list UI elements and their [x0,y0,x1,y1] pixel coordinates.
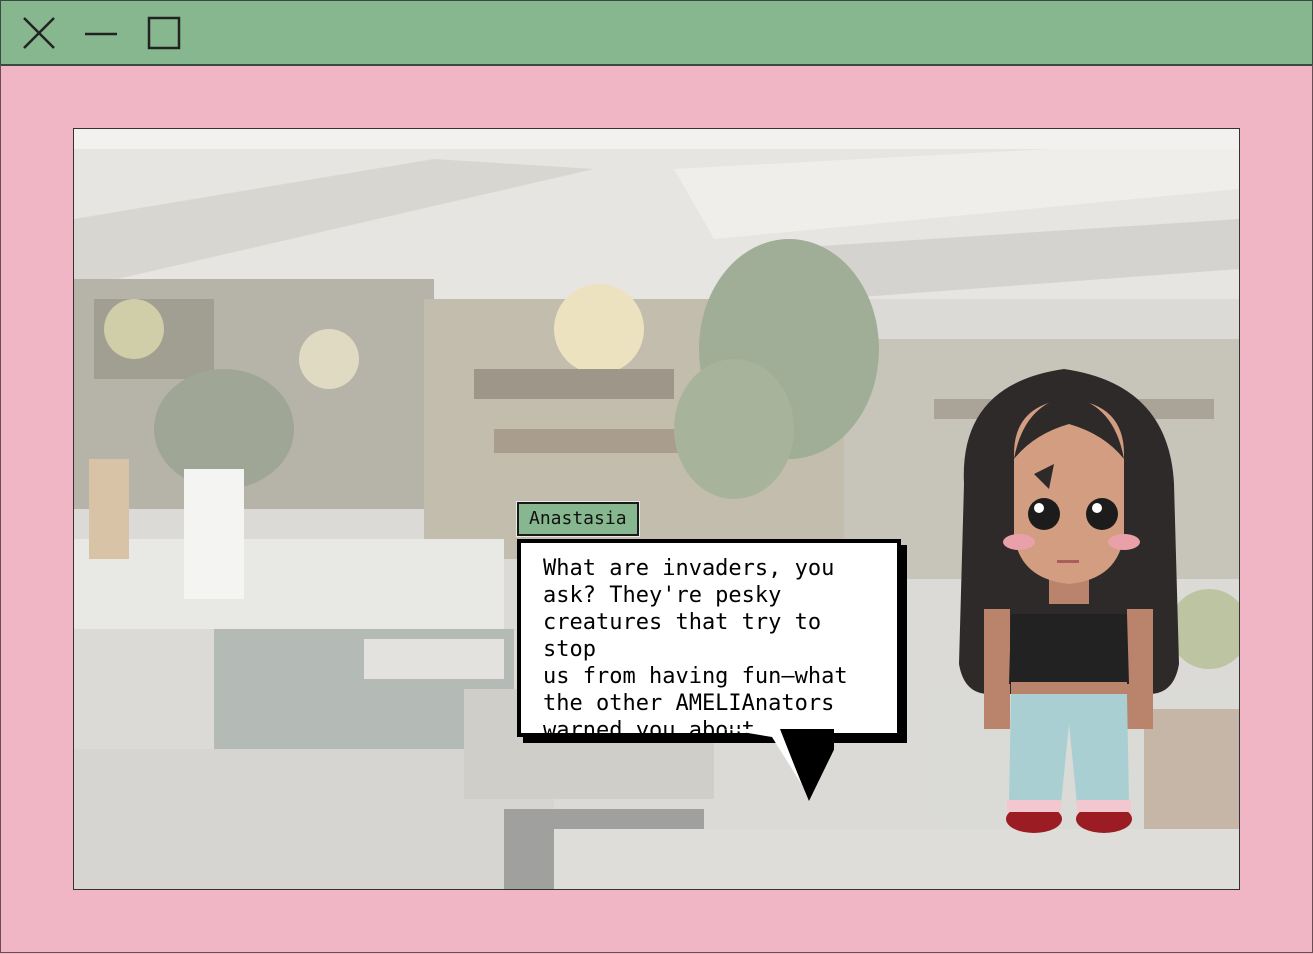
maximize-button[interactable] [146,15,182,51]
close-button[interactable] [21,15,57,51]
title-bar [0,0,1313,66]
speech-bubble-tail [714,729,834,801]
close-icon [23,17,55,49]
anastasia-sprite [959,369,1179,833]
maximize-icon [147,16,181,50]
dialogue-text: What are invaders, you ask? They're pesk… [543,556,848,743]
speaker-name-tag: Anastasia [517,502,639,536]
minimize-icon [85,32,117,36]
minimize-button[interactable] [83,15,119,51]
speech-bubble[interactable]: What are invaders, you ask? They're pesk… [517,539,901,743]
game-scene[interactable]: Anastasia What are invaders, you ask? Th… [73,128,1240,890]
